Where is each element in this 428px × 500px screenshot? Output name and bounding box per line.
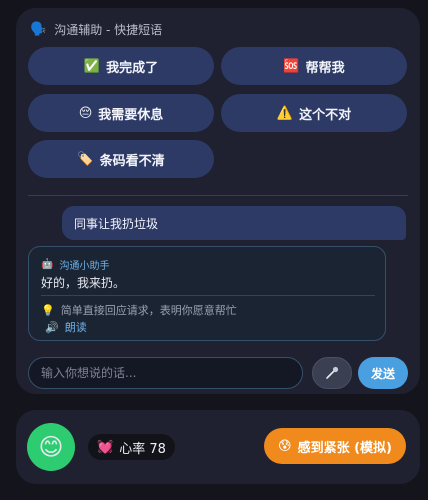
heart-icon: 💓: [97, 439, 114, 455]
avatar: 😊: [27, 423, 75, 471]
microphone-button[interactable]: [312, 357, 352, 389]
anxious-face-icon: 😰: [278, 438, 292, 454]
robot-icon: 🤖: [41, 259, 54, 270]
panel-title: 沟通辅助 - 快捷短语: [54, 23, 163, 37]
phrase-label: 帮帮我: [305, 60, 345, 76]
phrase-button-done[interactable]: ✅ 我完成了: [28, 47, 214, 85]
phrase-button-rest[interactable]: 😔 我需要休息: [28, 94, 214, 132]
assistant-name: 沟通小助手: [59, 261, 110, 272]
phrase-label: 我需要休息: [98, 107, 164, 123]
phrase-label: 我完成了: [106, 60, 159, 76]
assistant-message-card: 🤖 沟通小助手 好的，我来扔。 💡 简单直接回应请求，表明你愿意帮忙 🔊 朗读: [28, 246, 386, 341]
send-label: 发送: [370, 366, 395, 381]
phrase-button-barcode[interactable]: 🏷️ 条码看不清: [28, 140, 214, 178]
divider: [28, 195, 408, 196]
phrase-button-help[interactable]: 🆘 帮帮我: [221, 47, 407, 85]
panel-header: 🗣️ 沟通辅助 - 快捷短语: [30, 21, 162, 38]
phrase-label: 条码看不清: [99, 153, 165, 169]
phrase-button-wrong[interactable]: ⚠️ 这个不对: [221, 94, 407, 132]
send-button[interactable]: 发送: [358, 357, 408, 389]
sos-icon: 🆘: [283, 58, 300, 74]
speaker-icon: 🔊: [45, 320, 59, 334]
user-message-text: 同事让我扔垃圾: [74, 216, 159, 231]
message-input[interactable]: [28, 357, 303, 389]
assistant-divider: [41, 295, 375, 296]
heart-rate-badge: 💓 心率 78: [88, 434, 175, 460]
smiling-face-icon: 😊: [38, 433, 64, 461]
assistant-hint: 💡 简单直接回应请求，表明你愿意帮忙: [41, 302, 237, 318]
warning-icon: ⚠️: [276, 105, 294, 121]
assistant-header: 🤖 沟通小助手: [41, 257, 109, 272]
read-aloud-button[interactable]: 🔊 朗读: [45, 319, 87, 335]
check-mark-icon: ✅: [83, 58, 101, 74]
tag-icon: 🏷️: [77, 151, 94, 167]
read-aloud-label: 朗读: [64, 321, 87, 334]
lightbulb-icon: 💡: [41, 303, 55, 317]
status-bar: 😊 💓 心率 78 😰 感到紧张 (模拟): [16, 410, 420, 484]
stress-button-label: 感到紧张 (模拟): [297, 440, 392, 456]
microphone-icon: [326, 366, 339, 379]
tired-face-icon: 😔: [78, 105, 93, 121]
hint-text: 简单直接回应请求，表明你愿意帮忙: [60, 304, 237, 317]
speaking-head-icon: 🗣️: [30, 22, 47, 37]
phrase-label: 这个不对: [299, 107, 352, 123]
communication-panel: 🗣️ 沟通辅助 - 快捷短语 ✅ 我完成了 🆘 帮帮我 😔 我需要休息 ⚠️ 这…: [16, 8, 420, 394]
assistant-reply: 好的，我来扔。: [41, 276, 126, 290]
heart-rate-label: 心率 78: [119, 441, 166, 457]
simulate-stress-button[interactable]: 😰 感到紧张 (模拟): [264, 428, 406, 464]
user-message-bubble: 同事让我扔垃圾: [62, 206, 406, 240]
